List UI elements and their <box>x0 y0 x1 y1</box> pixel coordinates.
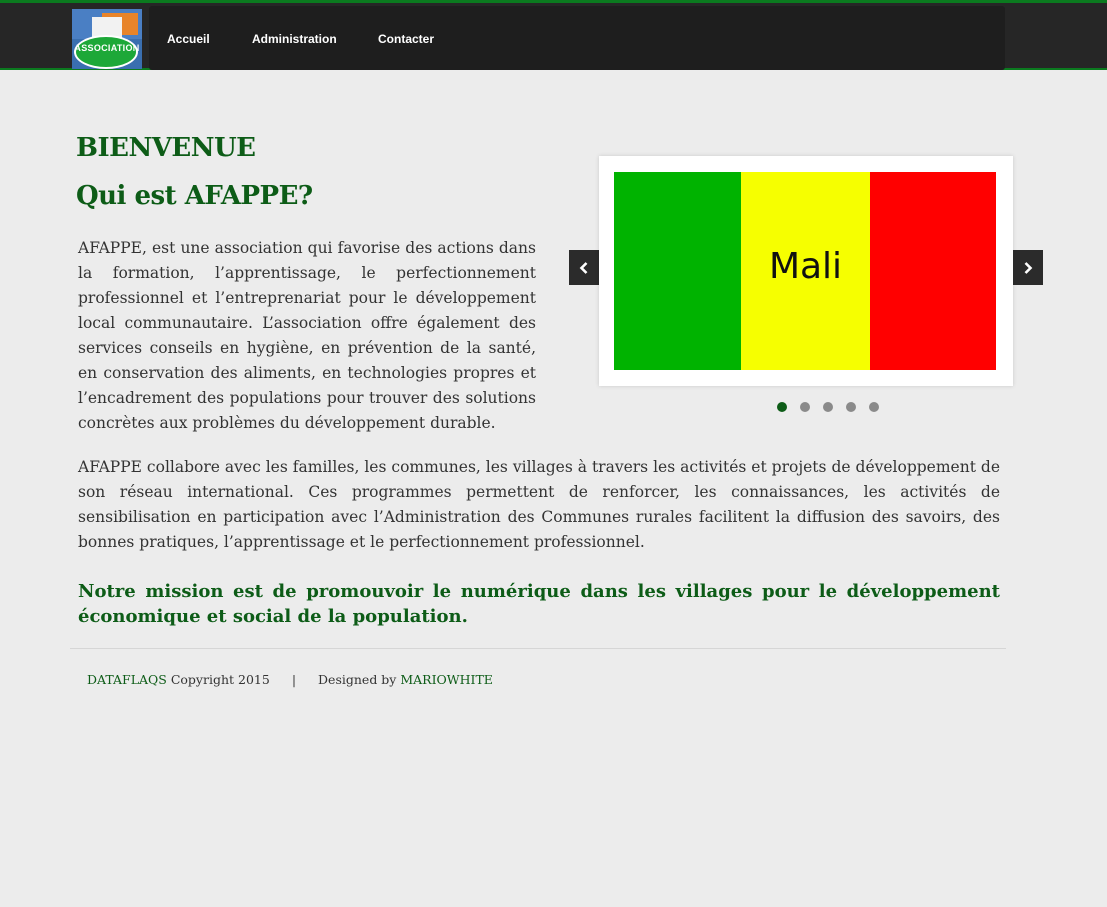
section-heading: Qui est AFAPPE? <box>76 181 313 211</box>
nav-item-administration[interactable]: Administration <box>252 32 337 46</box>
mali-flag-image: Mali <box>614 172 996 370</box>
top-navbar: ASSOCIATION Accueil Administration Conta… <box>0 0 1107 70</box>
flag-band-red <box>870 172 996 370</box>
slider-dot-5[interactable] <box>869 402 879 412</box>
mission-statement: Notre mission est de promouvoir le numér… <box>78 581 1000 627</box>
afappe-logo[interactable]: ASSOCIATION <box>72 9 142 69</box>
nav-item-accueil[interactable]: Accueil <box>167 32 210 46</box>
footer-copyright: Copyright 2015 <box>170 672 270 687</box>
slider-prev-button[interactable] <box>569 250 599 285</box>
slider-dot-1[interactable] <box>777 402 787 412</box>
slider-dot-2[interactable] <box>800 402 810 412</box>
nav-item-contacter[interactable]: Contacter <box>378 32 434 46</box>
logo-text: ASSOCIATION <box>74 43 140 53</box>
flag-band-green <box>614 172 741 370</box>
footer-designed-by: Designed by <box>318 672 397 687</box>
footer-separator: | <box>291 672 297 687</box>
page-title: BIENVENUE <box>76 133 256 163</box>
footer-designer-link[interactable]: MARIOWHITE <box>400 672 493 687</box>
footer-divider <box>70 648 1006 649</box>
collaboration-paragraph: AFAPPE collabore avec les familles, les … <box>78 458 1000 551</box>
slider-dot-3[interactable] <box>823 402 833 412</box>
chevron-left-icon <box>579 261 588 274</box>
intro-paragraph: AFAPPE, est une association qui favorise… <box>78 239 536 432</box>
image-slider: Mali <box>599 156 1013 386</box>
nav-menu: Accueil Administration Contacter <box>149 6 1005 70</box>
footer-brand-link[interactable]: DATAFLAQS <box>87 672 167 687</box>
slider-next-button[interactable] <box>1013 250 1043 285</box>
footer: DATAFLAQS Copyright 2015 | Designed by M… <box>87 672 493 687</box>
chevron-right-icon <box>1024 261 1033 274</box>
slide-label: Mali <box>768 246 843 287</box>
slider-dot-4[interactable] <box>846 402 856 412</box>
